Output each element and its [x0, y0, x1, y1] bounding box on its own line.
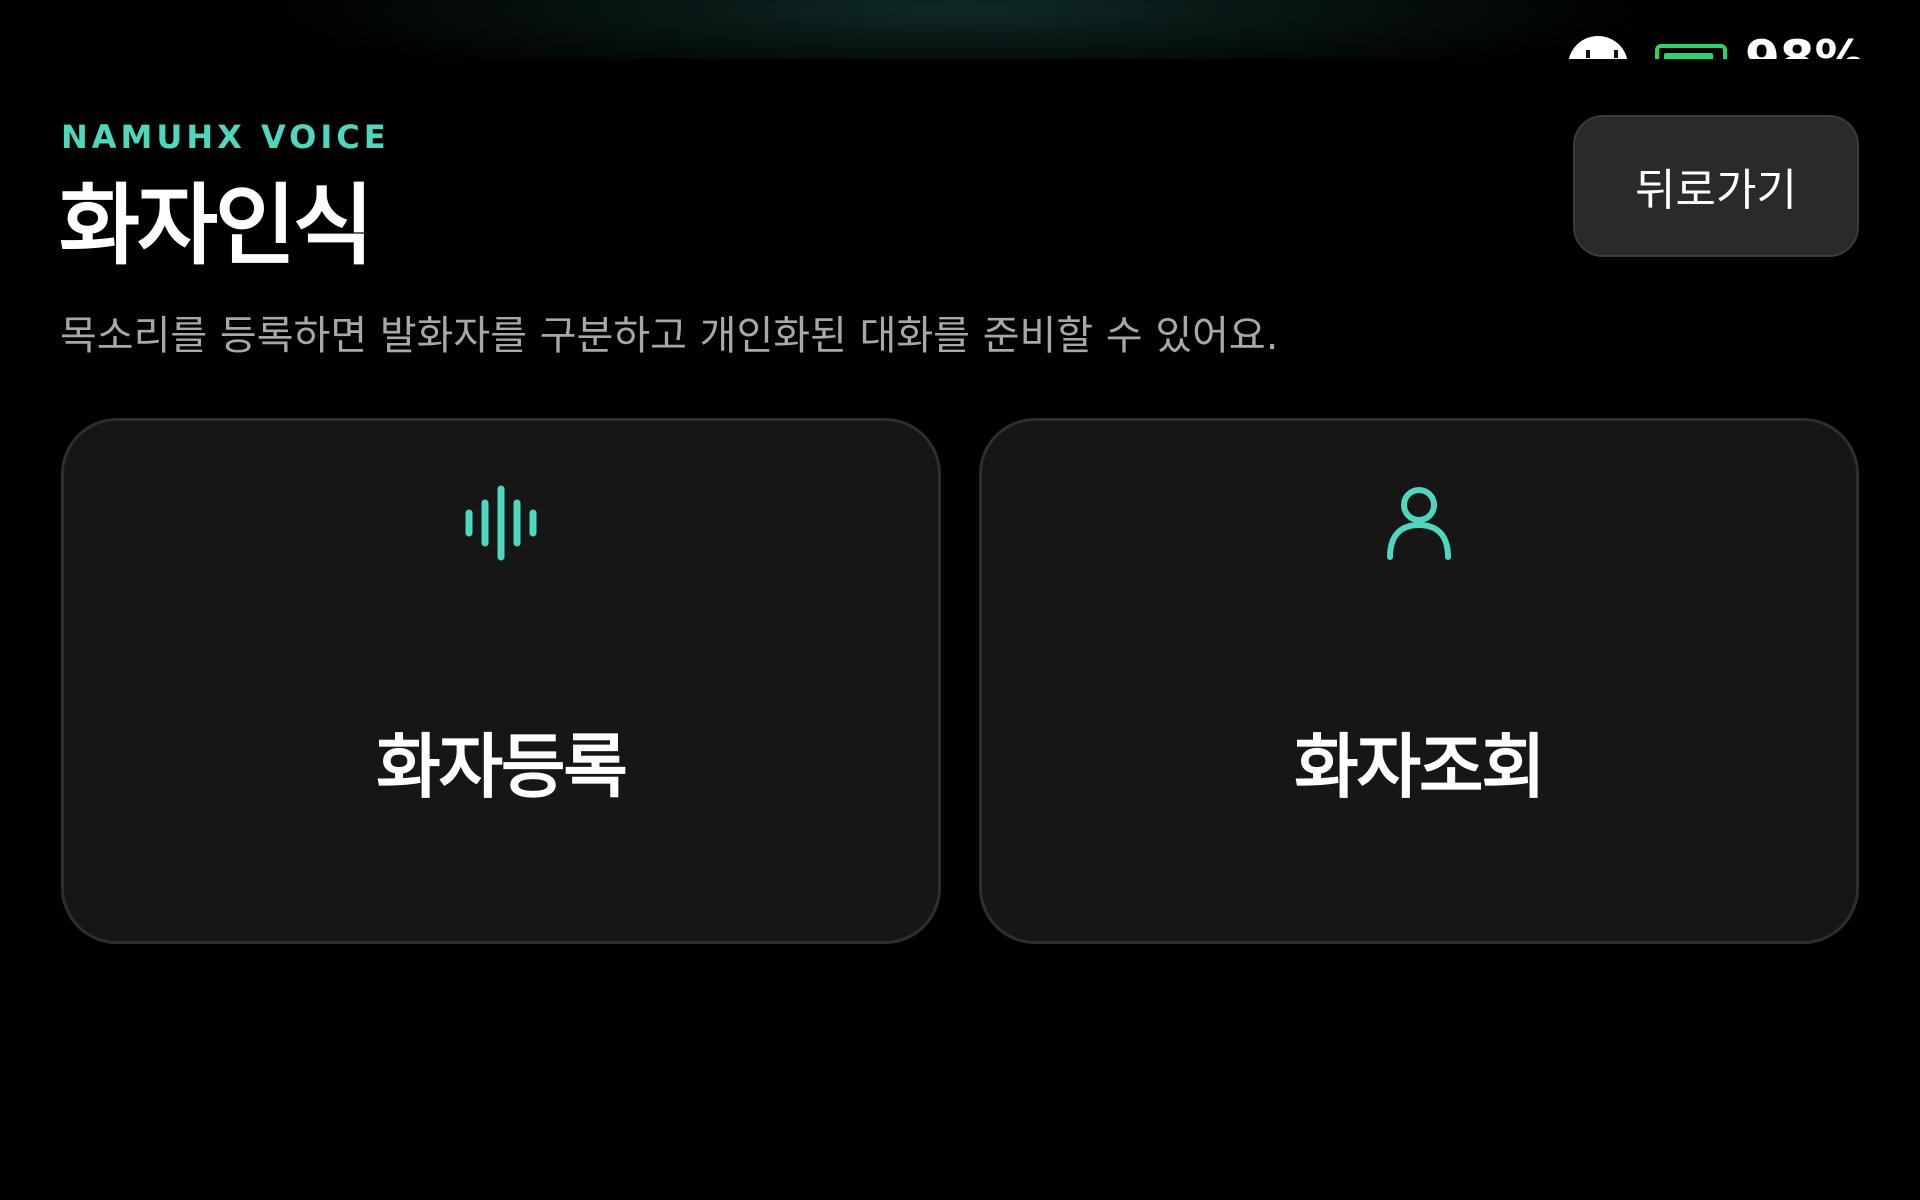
register-speaker-label: 화자등록 — [376, 726, 628, 808]
speaker-recognition-screen: 98% NAMUHX VOICE 화자인식 목소리를 등록하면 발화자를 구분하… — [0, 0, 1920, 1200]
user-icon — [1387, 487, 1451, 560]
register-speaker-card[interactable]: 화자등록 — [61, 418, 941, 944]
status-bar: 98% — [0, 0, 1920, 60]
status-circle-icon — [1568, 36, 1628, 60]
battery-percentage: 98% — [1745, 30, 1865, 60]
battery-icon — [1655, 44, 1727, 60]
lookup-speaker-card[interactable]: 화자조회 — [979, 418, 1859, 944]
brand-label: NAMUHX VOICE — [61, 118, 390, 156]
lookup-speaker-label: 화자조회 — [1294, 726, 1546, 808]
page-subtitle: 목소리를 등록하면 발화자를 구분하고 개인화된 대화를 준비할 수 있어요. — [60, 313, 1279, 359]
back-button[interactable]: 뒤로가기 — [1573, 115, 1859, 257]
page-title: 화자인식 — [59, 174, 374, 277]
waveform-icon — [465, 485, 537, 561]
